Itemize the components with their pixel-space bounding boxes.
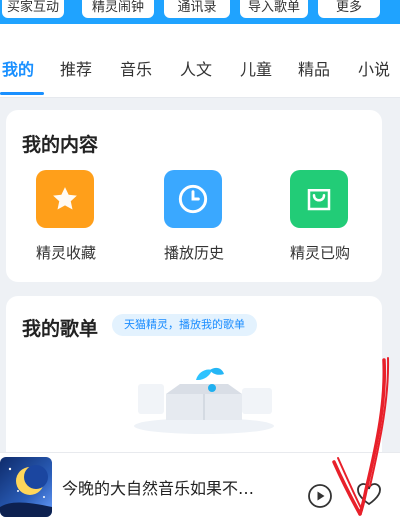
- my-playlists-title: 我的歌单: [22, 318, 99, 340]
- empty-box-icon: [134, 367, 274, 434]
- tabs-divider: [0, 97, 400, 98]
- star-icon: [36, 170, 94, 228]
- quick-actions-bar: 买家互动 精灵闹钟 通讯录 导入歌单 更多: [0, 0, 400, 24]
- my-content-card: 我的内容 精灵收藏 播放历史 精灵已购: [6, 110, 382, 282]
- quick-action-alarm[interactable]: 精灵闹钟: [82, 0, 154, 18]
- play-button[interactable]: [307, 483, 333, 509]
- tab-novel[interactable]: 小说: [358, 56, 390, 80]
- shopping-bag-icon: [290, 170, 348, 228]
- content-label-history: 播放历史: [163, 244, 224, 262]
- playlist-voice-hint-badge[interactable]: 天猫精灵，播放我的歌单: [112, 314, 257, 336]
- quick-action-contacts[interactable]: 通讯录: [164, 0, 230, 18]
- mini-player[interactable]: 今晚的大自然音乐如果不…: [0, 452, 400, 521]
- tab-mine[interactable]: 我的: [2, 56, 34, 80]
- category-tabs: 我的 推荐 音乐 人文 儿童 精品 小说: [0, 24, 400, 98]
- content-label-purchased: 精灵已购: [289, 244, 350, 262]
- content-item-history[interactable]: 播放历史: [144, 170, 244, 270]
- my-content-title: 我的内容: [22, 134, 99, 156]
- now-playing-title[interactable]: 今晚的大自然音乐如果不…: [62, 475, 292, 499]
- clock-icon: [164, 170, 222, 228]
- heart-icon: [357, 483, 381, 506]
- active-tab-indicator: [0, 92, 44, 95]
- quick-action-buyer-interaction[interactable]: 买家互动: [2, 0, 64, 18]
- tab-music[interactable]: 音乐: [120, 56, 152, 80]
- play-icon: [308, 484, 332, 508]
- quick-action-more[interactable]: 更多: [318, 0, 380, 18]
- content-item-favorites[interactable]: 精灵收藏: [16, 170, 116, 270]
- tab-humanities[interactable]: 人文: [180, 56, 212, 80]
- content-item-purchased[interactable]: 精灵已购: [270, 170, 370, 270]
- moon-cover-icon[interactable]: [0, 457, 52, 517]
- content-label-favorites: 精灵收藏: [35, 244, 96, 262]
- like-button[interactable]: [355, 481, 383, 507]
- quick-action-import-playlist[interactable]: 导入歌单: [240, 0, 308, 18]
- tab-recommend[interactable]: 推荐: [60, 56, 92, 80]
- tab-premium[interactable]: 精品: [298, 56, 330, 80]
- tab-children[interactable]: 儿童: [240, 56, 272, 80]
